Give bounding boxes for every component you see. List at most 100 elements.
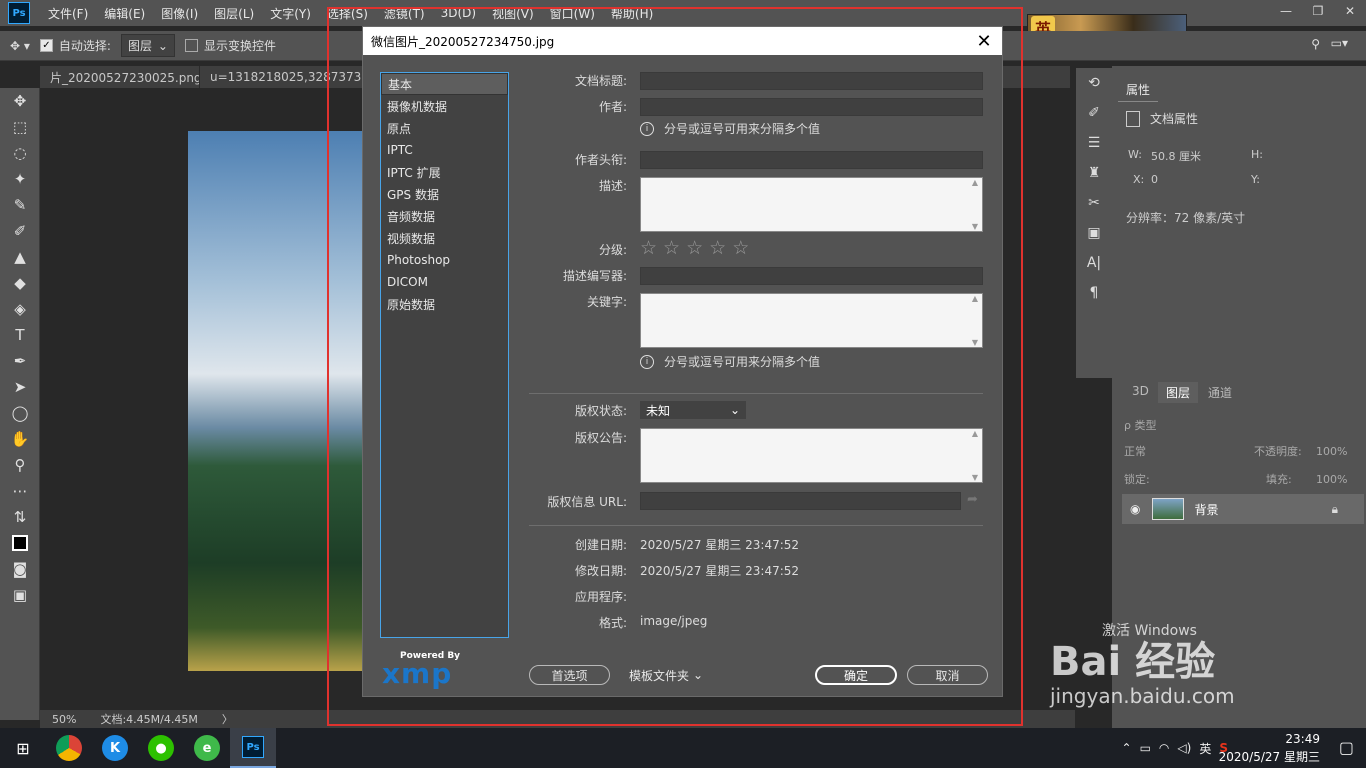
kugou-icon[interactable]: K (92, 728, 138, 768)
desc-writer-input[interactable] (640, 267, 983, 285)
tab-document-1[interactable]: 片_20200527230025.png (40, 66, 200, 88)
restore-button[interactable]: ❐ (1302, 0, 1334, 22)
category-photoshop[interactable]: Photoshop (381, 249, 508, 271)
paragraph-icon[interactable]: ¶ (1076, 278, 1112, 308)
workspace-icon[interactable]: ▭▾ (1331, 36, 1348, 50)
ime-indicator[interactable]: 英 (1199, 740, 1211, 757)
opacity-value[interactable]: 100% (1316, 440, 1347, 462)
star-5-icon[interactable]: ☆ (732, 237, 749, 259)
zoom-tool-icon[interactable]: ⚲ (0, 452, 40, 478)
show-transform-checkbox[interactable]: 显示变换控件 (184, 37, 276, 54)
search-icon[interactable]: ⚲ (1311, 37, 1320, 51)
quick-mask-icon[interactable]: ◙ (0, 556, 40, 582)
auto-select-checkbox[interactable]: ✓ 自动选择: (39, 37, 111, 54)
menu-image[interactable]: 图像(I) (153, 5, 206, 22)
star-1-icon[interactable]: ☆ (640, 237, 657, 259)
clone-source-icon[interactable]: ♜ (1076, 158, 1112, 188)
windows-start-icon[interactable]: ⊞ (0, 728, 46, 768)
tab-channels[interactable]: 通道 (1200, 382, 1240, 403)
menu-type[interactable]: 文字(Y) (262, 5, 319, 22)
minimize-button[interactable]: — (1270, 0, 1302, 22)
move-tool-icon[interactable]: ✥ ▾ (10, 39, 30, 53)
lasso-tool-icon[interactable]: ◌ (0, 140, 40, 166)
wechat-icon[interactable]: ● (138, 728, 184, 768)
category-basic[interactable]: 基本 (381, 73, 508, 95)
screen-mode-icon[interactable]: ▣ (0, 582, 40, 608)
fill-value[interactable]: 100% (1316, 468, 1347, 490)
ok-button[interactable]: 确定 (815, 665, 897, 685)
type-tool-icon[interactable]: T (0, 322, 40, 348)
tab-layers[interactable]: 图层 (1158, 382, 1199, 403)
eyedropper-icon[interactable]: ✎ (0, 192, 40, 218)
category-origin[interactable]: 原点 (381, 117, 508, 139)
stamp-tool-icon[interactable]: ▲ (0, 244, 40, 270)
layer-row-background[interactable]: ◉ 背景 🔒︎ (1122, 494, 1364, 524)
chrome-icon[interactable] (46, 728, 92, 768)
scrollbar[interactable]: ▲ ▼ (968, 178, 982, 231)
path-select-icon[interactable]: ➤ (0, 374, 40, 400)
dialog-close-icon[interactable]: ✕ (974, 31, 994, 52)
cancel-button[interactable]: 取消 (907, 665, 988, 685)
template-folder-button[interactable]: 模板文件夹 ⌄ (621, 665, 715, 685)
shape-tool-icon[interactable]: ◯ (0, 400, 40, 426)
brush-panel-icon[interactable]: ✐ (1076, 98, 1112, 128)
brush-tool-icon[interactable]: ✐ (0, 218, 40, 244)
eye-icon[interactable]: ◉ (1130, 502, 1140, 516)
eraser-icon[interactable]: ◆ (0, 270, 40, 296)
wifi-icon[interactable]: ◠ (1159, 741, 1169, 755)
category-audio[interactable]: 音频数据 (381, 205, 508, 227)
marquee-tool-icon[interactable]: ⬚ (0, 114, 40, 140)
notification-icon[interactable]: ▢ (1339, 738, 1354, 757)
category-video[interactable]: 视频数据 (381, 227, 508, 249)
character-icon[interactable]: A| (1076, 248, 1112, 278)
chevron-up-icon[interactable]: ⌃ (1122, 741, 1132, 755)
category-iptc-ext[interactable]: IPTC 扩展 (381, 161, 508, 183)
tool-presets-icon[interactable]: ✂ (1076, 188, 1112, 218)
tab-3d[interactable]: 3D (1124, 382, 1157, 400)
adjustments-icon[interactable]: ☰ (1076, 128, 1112, 158)
photoshop-taskbar-icon[interactable]: Ps (230, 728, 276, 768)
more-tools-icon[interactable]: ⋯ (0, 478, 40, 504)
description-textarea[interactable]: ▲ ▼ (640, 177, 983, 232)
close-window-button[interactable]: ✕ (1334, 0, 1366, 22)
menu-layer[interactable]: 图层(L) (206, 5, 262, 22)
hand-tool-icon[interactable]: ✋ (0, 426, 40, 452)
preferences-button[interactable]: 首选项 (529, 665, 610, 685)
status-arrow-icon[interactable]: 〉 (210, 711, 245, 727)
menu-file[interactable]: 文件(F) (40, 5, 96, 22)
category-camera-data[interactable]: 摄像机数据 (381, 95, 508, 117)
navigator-icon[interactable]: ▣ (1076, 218, 1112, 248)
keywords-textarea[interactable]: ▲ ▼ (640, 293, 983, 348)
paint-bucket-icon[interactable]: ◈ (0, 296, 40, 322)
pen-tool-icon[interactable]: ✒ (0, 348, 40, 374)
doc-title-input[interactable] (640, 72, 983, 90)
copyright-status-dropdown[interactable]: 未知 ⌄ (640, 401, 746, 419)
color-swatch-icon[interactable] (0, 530, 40, 556)
scrollbar[interactable]: ▲ ▼ (968, 294, 982, 347)
author-title-input[interactable] (640, 151, 983, 169)
auto-select-dropdown[interactable]: 图层 ⌄ (120, 34, 175, 57)
go-to-url-icon[interactable]: ➦ (967, 492, 978, 507)
category-dicom[interactable]: DICOM (381, 271, 508, 293)
volume-icon[interactable]: ◁) (1177, 741, 1191, 755)
star-4-icon[interactable]: ☆ (709, 237, 726, 259)
category-raw-data[interactable]: 原始数据 (381, 293, 508, 315)
layer-filter-dropdown[interactable]: ρ 类型 (1124, 414, 1156, 436)
swap-colors-icon[interactable]: ⇅ (0, 504, 40, 530)
system-clock[interactable]: 23:49 2020/5/27 星期三 (1219, 730, 1320, 766)
zoom-level[interactable]: 50% (40, 713, 88, 726)
category-gps[interactable]: GPS 数据 (381, 183, 508, 205)
properties-tab[interactable]: 属性 (1118, 78, 1159, 102)
author-input[interactable] (640, 98, 983, 116)
copyright-url-input[interactable] (640, 492, 961, 510)
menu-edit[interactable]: 编辑(E) (96, 5, 153, 22)
scrollbar[interactable]: ▲ ▼ (968, 429, 982, 482)
history-icon[interactable]: ⟲ (1076, 68, 1112, 98)
move-tool-icon[interactable]: ✥ (0, 88, 40, 114)
star-2-icon[interactable]: ☆ (663, 237, 680, 259)
browser-icon[interactable]: e (184, 728, 230, 768)
battery-icon[interactable]: ▭ (1140, 741, 1151, 755)
category-iptc[interactable]: IPTC (381, 139, 508, 161)
blend-mode-dropdown[interactable]: 正常 (1124, 440, 1146, 462)
copyright-notice-textarea[interactable]: ▲ ▼ (640, 428, 983, 483)
